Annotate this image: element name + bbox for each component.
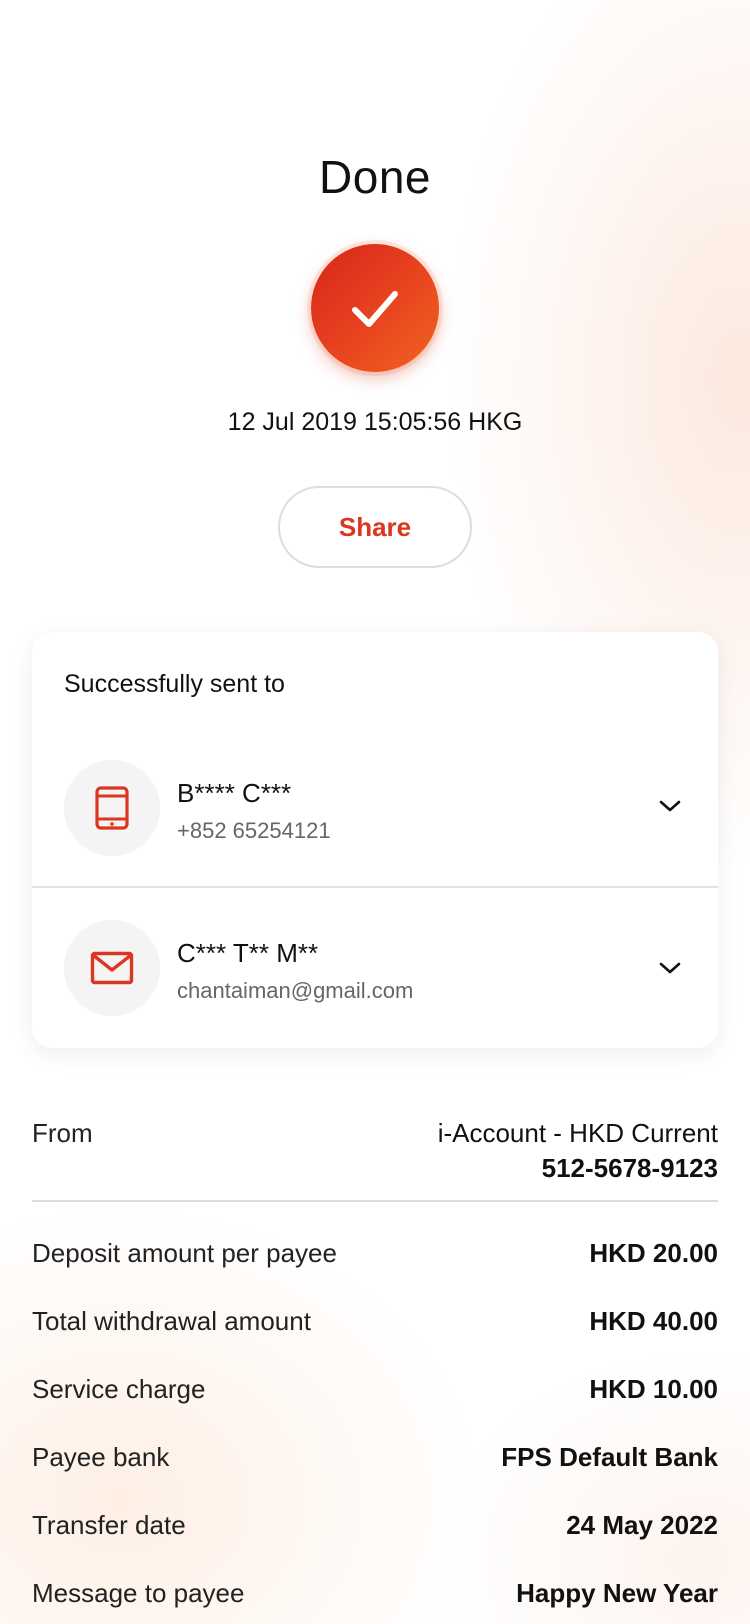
recipient-avatar <box>64 760 160 856</box>
recipient-avatar <box>64 920 160 1016</box>
transaction-datetime: 12 Jul 2019 15:05:56 HKG <box>227 408 523 436</box>
message-label: Message to payee <box>32 1578 245 1608</box>
recipient-name: C*** T** M** <box>177 938 319 968</box>
message-value: Happy New Year <box>516 1578 718 1608</box>
deposit-amount-value: HKD 20.00 <box>589 1238 718 1268</box>
envelope-icon <box>90 951 134 985</box>
section-divider <box>32 1200 718 1202</box>
transfer-date-value: 24 May 2022 <box>566 1510 718 1540</box>
chevron-down-icon[interactable] <box>656 792 684 820</box>
from-label: From <box>32 1118 93 1148</box>
page-title: Done <box>319 151 431 203</box>
service-charge-value: HKD 10.00 <box>589 1374 718 1404</box>
service-charge-label: Service charge <box>32 1374 206 1404</box>
recipient-item[interactable]: C*** T** M** chantaiman@gmail.com <box>0 888 686 1048</box>
transfer-confirmation-page: Done 12 Jul 2019 15:05:56 HKG Share Succ… <box>0 0 750 1624</box>
from-account-name: i-Account - HKD Current <box>437 1118 718 1148</box>
from-account-number: 512-5678-9123 <box>541 1153 718 1183</box>
mobile-phone-icon <box>95 786 129 830</box>
total-withdrawal-label: Total withdrawal amount <box>32 1306 311 1336</box>
payee-bank-label: Payee bank <box>32 1442 170 1472</box>
share-button[interactable]: Share <box>278 486 472 568</box>
payee-bank-value: FPS Default Bank <box>501 1442 718 1472</box>
recipient-name: B**** C*** <box>177 778 292 808</box>
recipient-item[interactable]: B**** C*** +852 65254121 <box>0 728 686 888</box>
recipient-email: chantaiman@gmail.com <box>177 978 414 1003</box>
total-withdrawal-value: HKD 40.00 <box>589 1306 718 1336</box>
checkmark-icon <box>352 291 398 327</box>
deposit-amount-label: Deposit amount per payee <box>32 1238 337 1268</box>
transfer-date-label: Transfer date <box>32 1510 186 1540</box>
success-badge <box>311 244 439 372</box>
chevron-down-icon[interactable] <box>656 954 684 982</box>
recipient-phone: +852 65254121 <box>177 818 331 843</box>
recipients-card-title: Successfully sent to <box>64 670 285 698</box>
